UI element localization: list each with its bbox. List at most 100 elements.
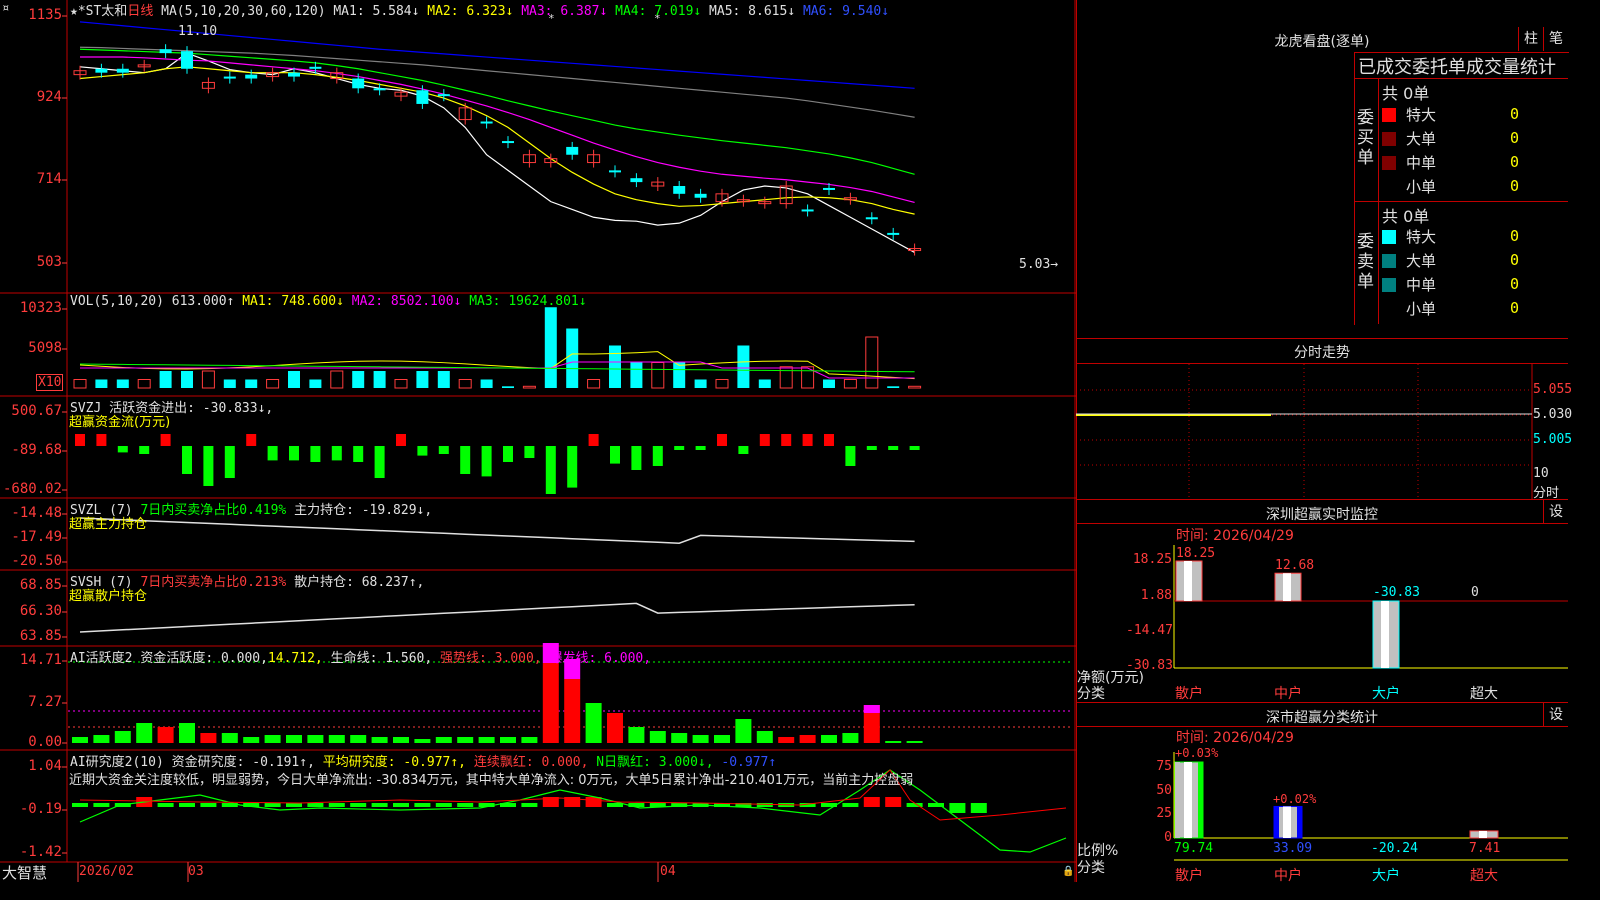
level-name: 大单 — [1406, 252, 1437, 270]
candle-body-down — [437, 94, 450, 97]
brand-logo: 大智慧 — [2, 864, 48, 882]
research-bar — [307, 803, 324, 807]
volume-bar — [673, 362, 686, 388]
sz-monitor-title-divider — [1076, 523, 1568, 524]
volume-bar — [651, 362, 665, 389]
svzj-bar-positive — [824, 434, 834, 446]
y-tick-label: 7.27 — [28, 694, 62, 710]
stock-name: ★*ST太和 — [70, 4, 128, 19]
level-color-swatch — [1382, 108, 1396, 122]
dragon-tabs[interactable]: 已成交委托单成交量统计 — [1358, 53, 1568, 79]
high-price-label: 11.10 — [178, 24, 218, 39]
svzj-bar-negative — [289, 446, 299, 461]
sz-monitor-settings-button[interactable]: 设 — [1543, 500, 1568, 524]
buy-side-label: 委买单 — [1357, 108, 1374, 168]
volume-bar — [116, 379, 129, 388]
sz-monitor-value-label: -30.83 — [1373, 585, 1420, 600]
sell-side-label: 委卖单 — [1357, 232, 1374, 292]
ai-research-title: AI研究度2(10) 资金研究度: -0.191↑, 平均研究度: -0.977… — [70, 751, 776, 770]
candle-body-down — [181, 51, 193, 69]
svzj-bar-positive — [759, 434, 770, 446]
y-tick-label: -0.19 — [19, 801, 62, 817]
activity-bar — [371, 737, 388, 743]
svzj-bar-positive — [396, 434, 406, 446]
sz-class-title-divider — [1076, 726, 1568, 727]
svzj-bar-negative — [888, 446, 899, 450]
ai-research-d1: 资金研究度: -0.191↑, — [171, 755, 315, 770]
activity-bar — [649, 731, 666, 743]
sz-class-title: 深市超赢分类统计 — [1266, 710, 1378, 726]
level-name: 中单 — [1406, 154, 1437, 172]
research-bar — [970, 803, 987, 813]
research-bar — [521, 803, 538, 807]
svzj-bar-negative — [909, 446, 920, 450]
volume-bar — [566, 328, 579, 388]
y-tick-label: -1.42 — [19, 844, 62, 860]
volume-bar — [609, 345, 621, 388]
activity-bar — [200, 733, 217, 743]
volume-bar — [544, 307, 557, 388]
candle-body-down — [823, 187, 835, 190]
buy-row-3: 小单 0 — [1380, 176, 1568, 200]
chart-canvas[interactable]: * * — [0, 0, 1076, 882]
sz-monitor-category: 中户 — [1274, 686, 1302, 702]
tick-mode-button[interactable]: 笔 — [1543, 27, 1568, 51]
volume-bar — [587, 379, 601, 389]
sz-monitor-category: 超大 — [1470, 686, 1498, 702]
ma5-value: MA5: 8.615↓ — [709, 4, 796, 19]
ma2-value: MA2: 6.323↓ — [427, 4, 514, 19]
candle-body-down — [480, 121, 493, 124]
svzj-bar-negative — [567, 446, 578, 488]
y-tick-label: 503 — [36, 254, 62, 270]
sz-monitor-xlabel: 分类 — [1077, 686, 1105, 702]
sz-monitor-ytick: -14.47 — [1126, 623, 1173, 638]
sz-monitor-ytick: 18.25 — [1132, 552, 1172, 567]
sz-class-ytick: 50 — [1156, 783, 1172, 798]
candle-body-down — [566, 146, 579, 155]
activity-bar-burst — [863, 705, 880, 713]
candle-body-down — [694, 193, 707, 198]
research-bar — [350, 803, 367, 807]
candle-body-down — [630, 178, 643, 183]
dragon-divider-2 — [1354, 201, 1568, 202]
y-tick-label: 1135 — [28, 7, 62, 23]
svsh-desc1: 7日内买卖净占比0.213% — [140, 575, 287, 590]
svzj-bar-positive — [781, 434, 792, 446]
sz-class-category: 散户 — [1175, 868, 1203, 884]
y-tick-label: 14.71 — [19, 652, 62, 668]
research-bar — [457, 803, 474, 807]
activity-bar — [521, 737, 538, 743]
sz-monitor-top-border — [1076, 499, 1568, 500]
volume-bar — [95, 379, 108, 388]
activity-bar — [500, 737, 516, 743]
sell-row-1: 大单 0 — [1380, 250, 1568, 274]
vol-panel-title: VOL(5,10,20) 613.000↑ MA1: 748.600↓ MA2:… — [70, 294, 587, 309]
svzj-bar-negative — [503, 446, 513, 462]
price-panel-title: ★*ST太和日线 MA(5,10,20,30,60,120) MA1: 5.58… — [70, 0, 889, 19]
level-count: 0 — [1510, 227, 1520, 245]
svzj-bar-negative — [182, 446, 192, 474]
level-color-swatch — [1382, 230, 1396, 244]
sz-class-value-label: 33.09 — [1273, 841, 1313, 856]
svzj-bar-negative — [866, 446, 877, 450]
bar-mode-button[interactable]: 柱 — [1518, 27, 1543, 51]
y-tick-label: 5098 — [28, 340, 62, 356]
activity-bar — [435, 737, 452, 743]
y-tick-label: 500.67 — [11, 403, 62, 419]
volume-bar — [245, 379, 258, 388]
ma-line-2 — [79, 66, 915, 215]
ai-research-d2: 平均研究度: -0.977↑, — [322, 755, 467, 770]
sz-class-settings-button[interactable]: 设 — [1543, 703, 1568, 727]
date-label-apr: 04 — [660, 864, 676, 879]
activity-bar — [607, 713, 623, 743]
svzj-bar-negative — [117, 446, 128, 453]
dragon-title: 龙虎看盘(逐单) — [1274, 34, 1370, 50]
ma-params: MA(5,10,20,30,60,120) — [161, 4, 326, 19]
sz-class-category: 中户 — [1274, 868, 1302, 884]
activity-bar — [671, 733, 688, 743]
sz-monitor-value-label: 0 — [1471, 585, 1479, 600]
lock-icon[interactable]: 🔒 — [1062, 866, 1074, 877]
level-name: 小单 — [1406, 178, 1437, 196]
ai-active-title: AI活跃度2 资金活跃度: 0.000,14.712, 生命线: 1.560, … — [70, 647, 651, 666]
svzj-bar-positive — [75, 434, 85, 446]
